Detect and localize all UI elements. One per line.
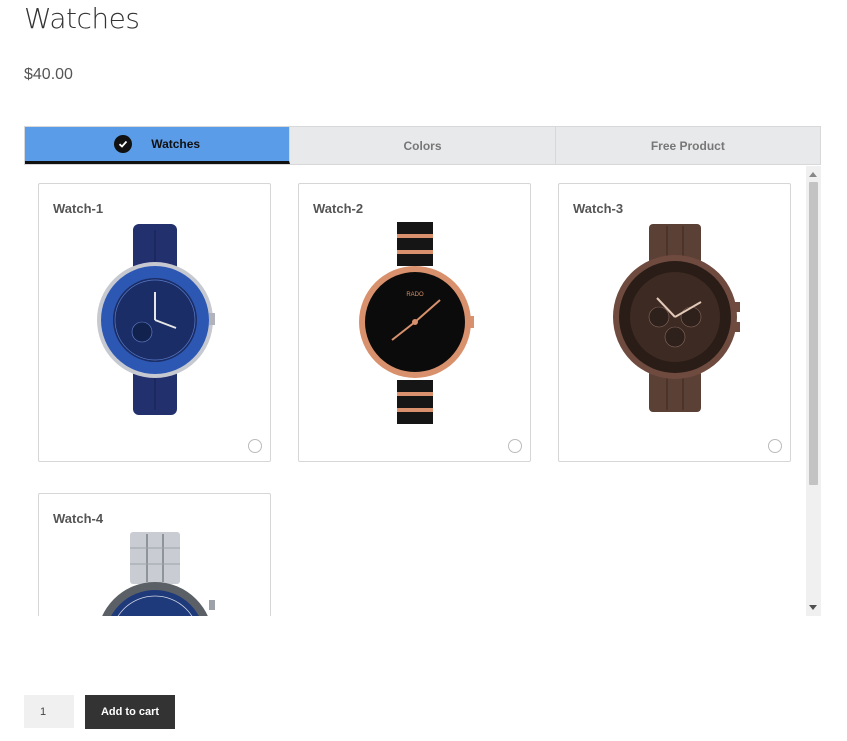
add-to-cart-button[interactable]: Add to cart: [85, 695, 175, 729]
svg-text:RADO: RADO: [406, 292, 424, 298]
tab-label: Watches: [151, 137, 201, 151]
watch-image: [90, 530, 220, 616]
panel-scrollbar[interactable]: [806, 166, 821, 616]
watch-image: [605, 220, 745, 420]
quantity-input[interactable]: [24, 695, 74, 728]
tab-label: Colors: [403, 138, 442, 153]
tab-colors[interactable]: Colors: [290, 127, 556, 164]
tab-label: Free Product: [650, 138, 725, 153]
product-price: $40.00: [24, 66, 73, 83]
watch-name: Watch-2: [313, 201, 364, 216]
watch-card[interactable]: Watch-3: [558, 183, 791, 462]
watch-image: [90, 220, 220, 425]
checkmark-icon: [114, 135, 133, 153]
watch-name: Watch-4: [53, 511, 104, 526]
scroll-up-icon[interactable]: [809, 172, 817, 177]
tab-free-product[interactable]: Free Product: [556, 127, 820, 164]
scroll-down-icon[interactable]: [809, 605, 817, 610]
watch-image: RADO: [350, 220, 480, 430]
tab-bar: Watches Colors Free Product: [24, 126, 821, 165]
watch-select-radio[interactable]: [768, 439, 782, 453]
watch-name: Watch-1: [53, 201, 104, 216]
watch-card[interactable]: Watch-4: [38, 493, 271, 616]
scrollbar-thumb[interactable]: [809, 182, 818, 485]
watch-select-radio[interactable]: [248, 439, 262, 453]
watch-card[interactable]: Watch-1: [38, 183, 271, 462]
watch-select-radio[interactable]: [508, 439, 522, 453]
watch-card[interactable]: Watch-2 RADO: [298, 183, 531, 462]
tab-watches[interactable]: Watches: [25, 127, 291, 164]
watch-name: Watch-3: [573, 201, 624, 216]
product-options-panel: Watch-1 Watch-2 RADO Watch-3 Watch-4: [24, 166, 821, 616]
product-title: Watches: [24, 2, 140, 35]
